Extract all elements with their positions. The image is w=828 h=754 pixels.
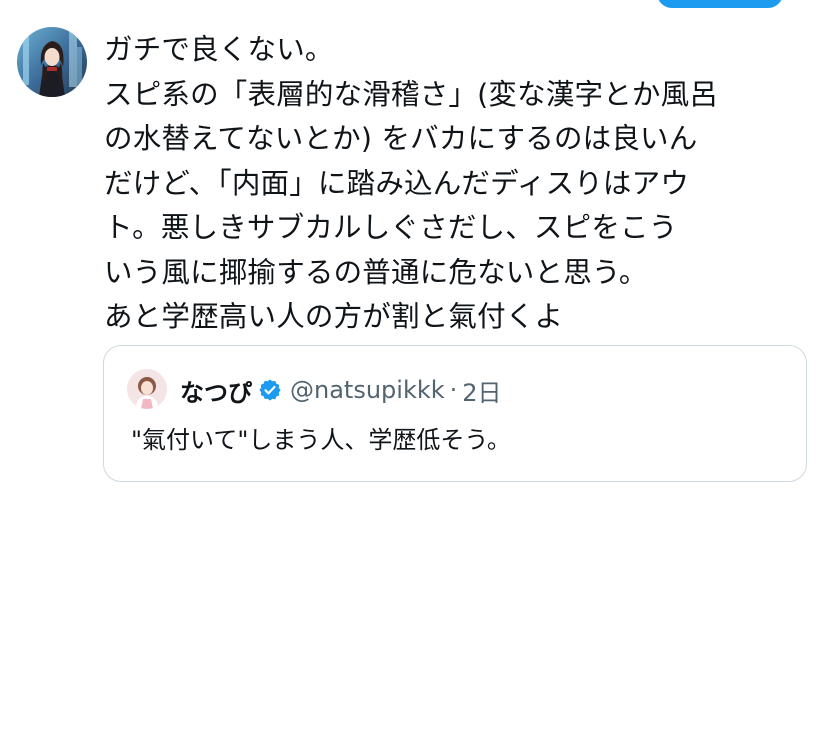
follow-button[interactable]	[657, 0, 783, 8]
tweet-line: いう風に揶揄するの普通に危ないと思う。	[104, 255, 648, 289]
quoted-user-avatar[interactable]	[127, 369, 167, 409]
tweet-line: ガチで良くない。	[104, 33, 334, 66]
tweet-line: の水替えてないとか) をバカにするのは良いん	[104, 122, 698, 155]
quoted-tweet-timestamp[interactable]: 2日	[462, 373, 501, 408]
tweet-line: あと学歴高い人の方が割と氣付くよ	[104, 300, 564, 333]
verified-badge-icon	[259, 379, 281, 401]
quoted-tweet-header: なつぴ @natsupikkk · 2日	[180, 372, 502, 408]
tweet-line: スピ系の「表層的な滑稽さ」(変な漢字とか風呂	[104, 77, 719, 111]
quoted-tweet-text: "氣付いて"しまう人、学歴低そう。	[131, 426, 511, 454]
tweet-text: ガチで良くない。 スピ系の「表層的な滑稽さ」(変な漢字とか風呂 の水替えてないと…	[104, 28, 824, 340]
tweet-line: ト。悪しきサブカルしぐさだし、スピをこう	[104, 211, 678, 244]
quoted-user-name[interactable]: なつぴ	[180, 373, 252, 408]
quoted-tweet-card[interactable]: なつぴ @natsupikkk · 2日 "氣付いて"しまう人、学歴低そう。	[103, 345, 807, 482]
separator-dot: ·	[449, 376, 458, 404]
tweet-line: だけど、「内面」に踏み込んだディスりはアウ	[104, 166, 690, 200]
quoted-user-handle[interactable]: @natsupikkk	[290, 376, 445, 404]
avatar[interactable]	[17, 27, 87, 97]
